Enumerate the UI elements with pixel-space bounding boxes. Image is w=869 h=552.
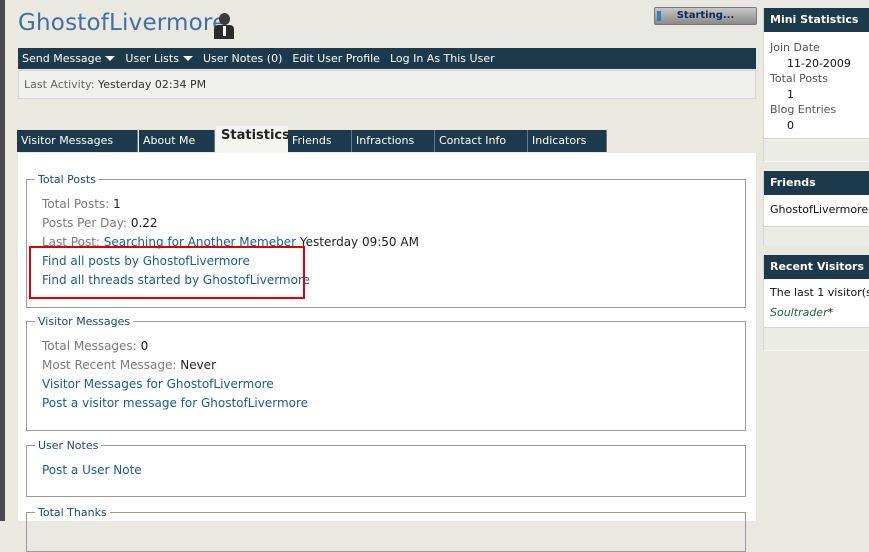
user-lists-menu[interactable]: User Lists [125, 52, 193, 65]
total-messages-row: Total Messages: 0 [42, 339, 148, 353]
tab-visitor-messages[interactable]: Visitor Messages [17, 130, 138, 152]
most-recent-message-row: Most Recent Message: Never [42, 358, 216, 372]
visitor-messages-legend: Visitor Messages [35, 315, 134, 328]
send-message-menu[interactable]: Send Message [22, 52, 116, 65]
friends-footer [764, 226, 869, 246]
mini-statistics-title: Mini Statistics [764, 8, 869, 32]
mini-statistics-block: Mini Statistics Join Date 11-20-2009 Tot… [763, 8, 869, 162]
recent-visitors-footer [764, 327, 869, 350]
left-edge-bar [0, 0, 5, 521]
send-message-label: Send Message [22, 52, 102, 65]
total-posts-label: Total Posts: [42, 197, 110, 211]
recent-visitors-block: Recent Visitors The last 1 visitor(s) t … [763, 255, 869, 351]
progress-icon [657, 11, 661, 21]
total-messages-value: 0 [140, 339, 149, 353]
status-button[interactable]: Starting... [654, 7, 757, 25]
tab-indicators[interactable]: Indicators [528, 130, 607, 152]
last-post-time: Yesterday 09:50 AM [299, 235, 419, 249]
user-lists-label: User Lists [125, 52, 179, 65]
visitor-link[interactable]: Soultrader [770, 306, 828, 319]
tab-contact-info[interactable]: Contact Info [435, 130, 528, 152]
total-posts-side-label: Total Posts [770, 72, 828, 85]
total-thanks-legend: Total Thanks [35, 506, 110, 519]
total-posts-side-value: 1 [787, 87, 794, 101]
join-date-label: Join Date [770, 41, 820, 54]
total-messages-label: Total Messages: [42, 339, 137, 353]
tab-friends[interactable]: Friends [288, 130, 352, 152]
last-activity-bar: Last Activity: Yesterday 02:34 PM [18, 70, 756, 99]
post-user-note-link[interactable]: Post a User Note [42, 463, 142, 477]
user-notes-legend: User Notes [35, 439, 102, 452]
mini-statistics-footer [764, 138, 869, 161]
highlight-box [29, 246, 305, 299]
recent-visitors-body: The last 1 visitor(s) t Soultrader* [764, 279, 869, 327]
post-visitor-message-link[interactable]: Post a visitor message for GhostofLiverm… [42, 396, 308, 410]
tab-infractions[interactable]: Infractions [352, 130, 435, 152]
log-in-as-user-link[interactable]: Log In As This User [390, 52, 495, 65]
tab-about-me[interactable]: About Me [139, 130, 215, 152]
last-activity-label: Last Activity: [24, 78, 95, 91]
chevron-down-icon [182, 56, 193, 61]
visitor-messages-section: Visitor Messages Total Messages: 0 Most … [26, 315, 746, 431]
edit-user-profile-link[interactable]: Edit User Profile [292, 52, 380, 65]
mini-statistics-body: Join Date 11-20-2009 Total Posts 1 Blog … [764, 32, 869, 138]
most-recent-message-value: Never [180, 358, 216, 372]
total-posts-value: 1 [113, 197, 121, 211]
visitor-messages-link[interactable]: Visitor Messages for GhostofLivermore [42, 377, 274, 391]
posts-per-day-row: Posts Per Day: 0.22 [42, 216, 158, 230]
total-thanks-section: Total Thanks [26, 506, 746, 552]
user-avatar-icon [214, 12, 234, 40]
status-button-label: Starting... [676, 10, 735, 21]
visitor-suffix: * [827, 306, 834, 319]
blog-entries-label: Blog Entries [770, 103, 837, 116]
total-posts-row: Total Posts: 1 [42, 197, 121, 211]
recent-visitors-text: The last 1 visitor(s) t [770, 286, 869, 299]
friends-title: Friends [764, 171, 869, 195]
total-posts-legend: Total Posts [35, 173, 99, 186]
friends-block: Friends GhostofLivermore ha [763, 171, 869, 246]
statistics-panel: Total Posts Total Posts: 1 Posts Per Day… [18, 153, 756, 552]
posts-per-day-label: Posts Per Day: [42, 216, 127, 230]
join-date-value: 11-20-2009 [787, 56, 851, 70]
tab-statistics[interactable]: Statistics [216, 126, 290, 154]
chevron-down-icon [105, 56, 116, 61]
friends-text: GhostofLivermore ha [764, 195, 869, 226]
most-recent-message-label: Most Recent Message: [42, 358, 177, 372]
user-notes-section: User Notes Post a User Note [26, 439, 746, 497]
last-activity-value: Yesterday 02:34 PM [97, 78, 207, 91]
posts-per-day-value: 0.22 [130, 216, 158, 230]
recent-visitors-title: Recent Visitors [764, 255, 869, 279]
profile-username: GhostofLivermore [18, 10, 227, 36]
blog-entries-value: 0 [787, 118, 794, 132]
user-notes-link[interactable]: User Notes (0) [203, 52, 282, 65]
profile-toolbar: Send Message User Lists User Notes (0) E… [18, 48, 756, 69]
